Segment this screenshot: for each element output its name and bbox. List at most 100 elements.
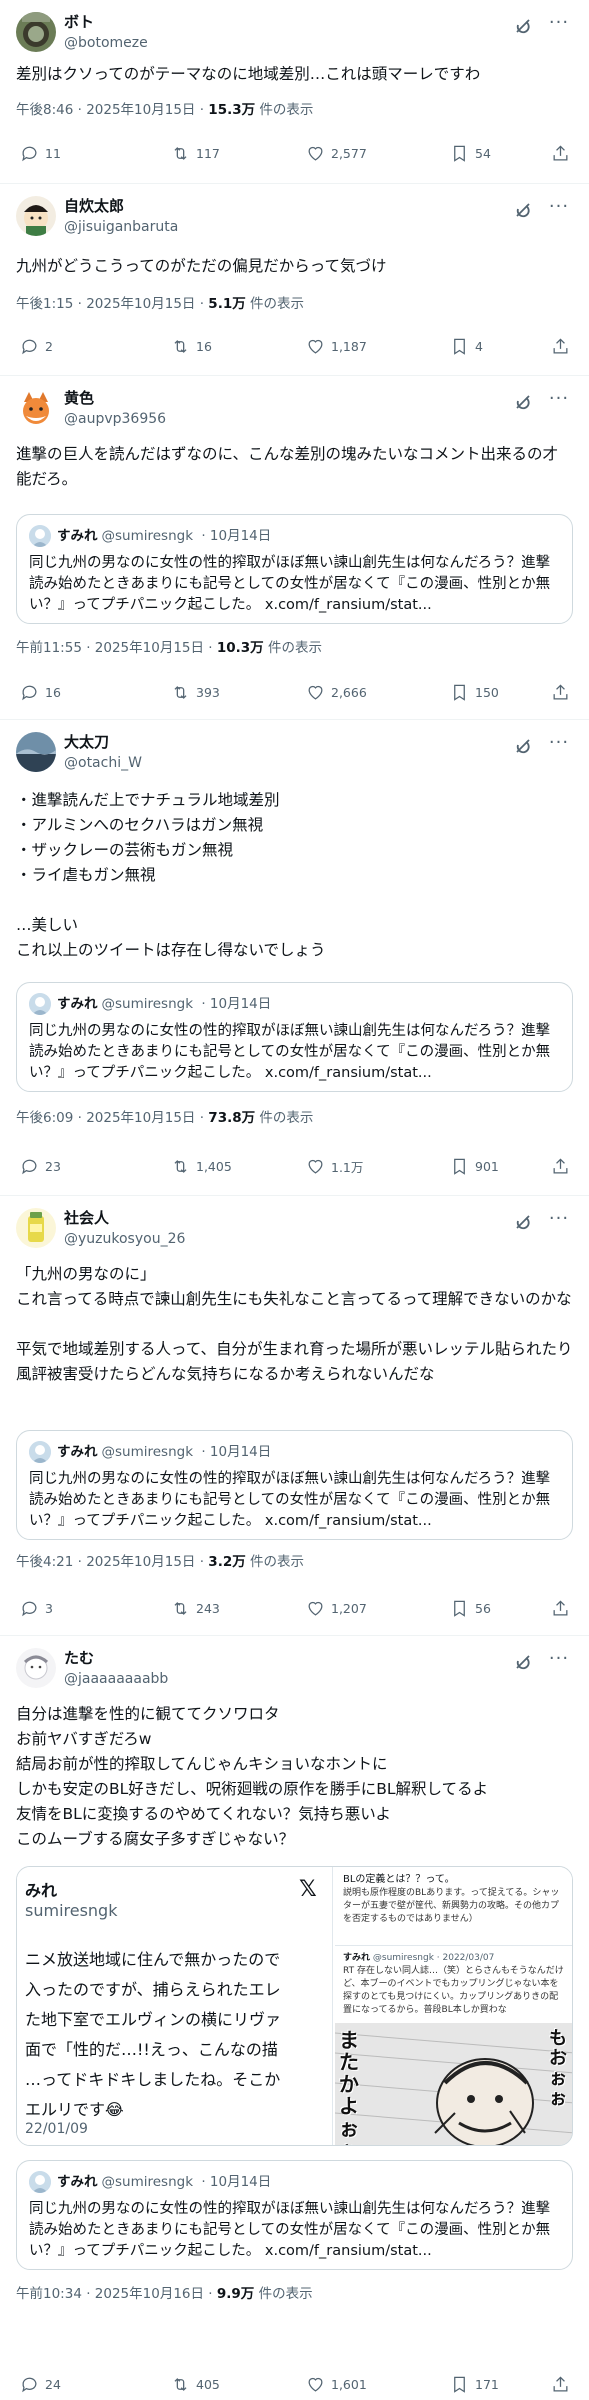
share-button[interactable] [551,2374,576,2394]
post-date[interactable]: 2025年10月15日 [95,640,204,656]
grok-icon[interactable] [513,1652,533,1672]
post-header: 黄色 @aupvp36956 ··· [64,388,573,432]
post-yuzukosyou-26[interactable]: 社会人 @yuzukosyou_26 ··· 「九州の男なのに」 これ言ってる時… [0,1196,589,1636]
post-jaaaaaaaabb[interactable]: たむ @jaaaaaaaabb ··· 自分は進撃を性的に観ててクソワロタ お前… [0,1636,589,2400]
bookmark-button[interactable]: 54 [450,143,491,163]
repost-button[interactable]: 16 [171,336,212,356]
avatar[interactable] [16,12,56,52]
bookmark-button[interactable]: 56 [450,1598,491,1618]
grok-icon[interactable] [513,200,533,220]
display-name[interactable]: 黄色 [64,388,94,408]
quoted-post[interactable]: すみれ @sumiresngk · 10月14日 同じ九州の男なのに女性の性的搾取… [16,982,573,1092]
meta-separator: · [81,2286,95,2302]
avatar[interactable] [16,1648,56,1688]
share-button[interactable] [551,1598,576,1618]
post-otachi-w[interactable]: 大太刀 @otachi_W ··· ・進撃読んだ上でナチュラル地域差別 ・アルミ… [0,720,589,1196]
user-handle[interactable]: @aupvp36956 [64,409,166,429]
post-time[interactable]: 午後6:09 [16,1110,73,1126]
view-count: 5.1万 [208,296,246,312]
user-handle[interactable]: @otachi_W [64,753,142,773]
avatar[interactable] [16,1208,56,1248]
share-button[interactable] [551,1156,576,1176]
more-options-icon[interactable]: ··· [545,732,573,760]
post-date[interactable]: 2025年10月15日 [86,1554,195,1570]
bookmark-button[interactable]: 901 [450,1156,499,1176]
bookmark-button[interactable]: 150 [450,682,499,702]
quoted-avatar [29,525,51,547]
like-button[interactable]: 2,577 [306,143,367,163]
avatar[interactable] [16,732,56,772]
quoted-post[interactable]: すみれ @sumiresngk · 10月14日 同じ九州の男なのに女性の性的搾取… [16,1430,573,1540]
like-count: 1,601 [331,2376,367,2392]
reply-button[interactable]: 24 [20,2374,61,2394]
post-header: 社会人 @yuzukosyou_26 ··· [64,1208,573,1252]
heart-icon [308,146,323,161]
repost-button[interactable]: 243 [171,1598,220,1618]
quoted-post[interactable]: すみれ @sumiresngk · 10月14日 同じ九州の男なのに女性の性的搾取… [16,2160,573,2270]
post-botomeze[interactable]: ボト @botomeze ··· 差別はクソってのがテーマなのに地域差別…これは… [0,0,589,184]
reply-count: 16 [45,684,61,700]
bookmark-button[interactable]: 4 [450,336,483,356]
action-bar: 11 117 2,577 54 [16,143,573,167]
like-button[interactable]: 1,601 [306,2374,367,2394]
attached-image[interactable]: みれ sumiresngk 𝕏 ニメ放送地域に住んで無かったので 入ったのですが… [16,1866,573,2146]
meta-separator: · [73,296,87,312]
post-aupvp36956[interactable]: 黄色 @aupvp36956 ··· 進撃の巨人を読んだはずなのに、こんな差別の… [0,376,589,720]
view-count: 73.8万 [208,1110,256,1126]
like-button[interactable]: 1,207 [306,1598,367,1618]
display-name[interactable]: 社会人 [64,1208,109,1228]
post-time[interactable]: 午前11:55 [16,640,82,656]
like-button[interactable]: 1.1万 [306,1156,363,1176]
more-options-icon[interactable]: ··· [545,388,573,416]
post-date[interactable]: 2025年10月15日 [86,1110,195,1126]
more-options-icon[interactable]: ··· [545,1648,573,1676]
more-options-icon[interactable]: ··· [545,1208,573,1236]
reply-button[interactable]: 16 [20,682,61,702]
repost-button[interactable]: 117 [171,143,220,163]
heart-icon [308,1601,323,1616]
display-name[interactable]: たむ [64,1648,94,1668]
grok-icon[interactable] [513,736,533,756]
post-time[interactable]: 午前10:34 [16,2286,82,2302]
post-time[interactable]: 午後4:21 [16,1554,73,1570]
more-options-icon[interactable]: ··· [545,196,573,224]
avatar[interactable] [16,388,56,428]
reply-button[interactable]: 11 [20,143,61,163]
reply-button[interactable]: 23 [20,1156,61,1176]
post-date[interactable]: 2025年10月15日 [86,102,195,118]
user-handle[interactable]: @botomeze [64,33,148,53]
post-time[interactable]: 午後8:46 [16,102,73,118]
share-button[interactable] [551,336,576,356]
grok-icon[interactable] [513,392,533,412]
avatar[interactable] [16,196,56,236]
reply-button[interactable]: 2 [20,336,53,356]
reply-button[interactable]: 3 [20,1598,53,1618]
meta-separator: · [195,102,209,118]
post-jisuiganbaruta[interactable]: 自炊太郎 @jisuiganbaruta ··· 九州がどうこうってのがただの偏… [0,184,589,376]
like-button[interactable]: 2,666 [306,682,367,702]
display-name[interactable]: 自炊太郎 [64,196,124,216]
repost-icon [174,1601,187,1615]
like-button[interactable]: 1,187 [306,336,367,356]
user-handle[interactable]: @yuzukosyou_26 [64,1229,185,1249]
image-left-line: 面で「性的だ…!!えっ、こんなの描 [25,2040,278,2059]
repost-button[interactable]: 393 [171,682,220,702]
reply-icon [22,339,37,354]
grok-icon[interactable] [513,16,533,36]
user-handle[interactable]: @jisuiganbaruta [64,217,178,237]
share-button[interactable] [551,682,576,702]
post-date[interactable]: 2025年10月15日 [86,296,195,312]
user-handle[interactable]: @jaaaaaaaabb [64,1669,168,1689]
bookmark-count: 4 [475,338,483,354]
repost-button[interactable]: 405 [171,2374,220,2394]
display-name[interactable]: ボト [64,12,94,32]
more-options-icon[interactable]: ··· [545,12,573,40]
repost-button[interactable]: 1,405 [171,1156,232,1176]
grok-icon[interactable] [513,1212,533,1232]
post-date[interactable]: 2025年10月16日 [95,2286,204,2302]
bookmark-button[interactable]: 171 [450,2374,499,2394]
share-button[interactable] [551,143,576,163]
display-name[interactable]: 大太刀 [64,732,109,752]
quoted-post[interactable]: すみれ @sumiresngk · 10月14日 同じ九州の男なのに女性の性的搾取… [16,514,573,624]
post-time[interactable]: 午後1:15 [16,296,73,312]
